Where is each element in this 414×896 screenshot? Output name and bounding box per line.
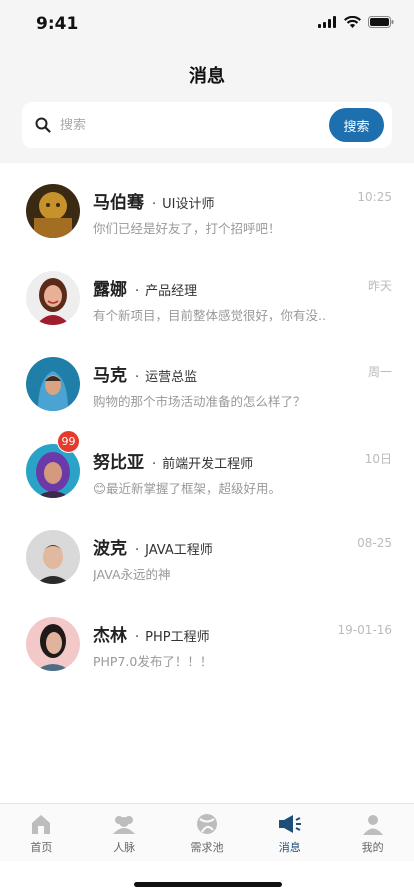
list-item[interactable]: 露娜 · 产品经理 昨天 有个新项目，目前整体感觉很好，你有没..: [0, 255, 414, 342]
list-item[interactable]: 马伯骞 · UI设计师 10:25 你们已经是好友了，打个招呼吧！: [0, 168, 414, 255]
avatar: [26, 530, 80, 584]
avatar: [26, 184, 80, 238]
contact-name: 马克: [93, 366, 127, 386]
name-line: 马伯骞 · UI设计师: [93, 188, 215, 213]
pool-icon: [196, 814, 217, 834]
separator-dot: ·: [135, 283, 140, 299]
list-item[interactable]: 杰林 · PHP工程师 19-01-16 PHP7.0发布了！！！: [0, 601, 414, 688]
tab-label: 需求池: [190, 841, 224, 854]
message-preview: PHP7.0发布了！！！: [93, 653, 213, 669]
message-time: 昨天: [367, 278, 392, 293]
page-title: 消息: [189, 66, 225, 87]
home-icon: [32, 815, 51, 834]
signal-icon: [318, 16, 336, 28]
separator-dot: ·: [152, 456, 157, 472]
contact-role: 产品经理: [145, 283, 198, 299]
megaphone-icon: [278, 815, 301, 833]
tab-bar: 首页 人脉 需求池 消息 我的: [0, 803, 414, 861]
contact-role: 运营总监: [145, 370, 198, 385]
message-time: 周一: [367, 365, 392, 379]
profile-icon: [362, 815, 383, 835]
contacts-icon: [113, 816, 136, 834]
tab-messages[interactable]: 消息: [248, 804, 331, 861]
message-time: 10日: [364, 451, 392, 466]
top-area: 9:41 消息 搜索 搜索: [0, 0, 414, 163]
message-preview: 有个新项目，目前整体感觉很好，你有没..: [93, 307, 326, 323]
name-line: 波克 · JAVA工程师: [93, 534, 213, 559]
contact-role: 前端开发工程师: [162, 456, 254, 472]
tab-contacts[interactable]: 人脉: [83, 804, 166, 861]
unread-badge: 99: [57, 429, 80, 453]
tab-label: 首页: [30, 841, 53, 854]
message-time: 08-25: [357, 536, 392, 550]
avatar: [26, 270, 80, 325]
separator-dot: ·: [152, 197, 157, 212]
name-line: 努比亚 · 前端开发工程师: [93, 448, 253, 473]
separator-dot: ·: [135, 370, 140, 385]
search-button[interactable]: 搜索: [329, 108, 384, 142]
status-bar: 9:41: [0, 0, 414, 48]
avatar: [26, 357, 80, 411]
name-line: 马克 · 运营总监: [93, 361, 197, 386]
contact-name: 杰林: [93, 625, 127, 646]
tab-pool[interactable]: 需求池: [166, 804, 249, 861]
list-item[interactable]: 马克 · 运营总监 周一 购物的那个市场活动准备的怎么样了？: [0, 341, 414, 428]
search-icon: [34, 116, 52, 134]
list-item[interactable]: 波克 · JAVA工程师 08-25 JAVA永远的神: [0, 514, 414, 601]
contact-name: 马伯骞: [93, 193, 144, 213]
avatar: [26, 616, 80, 671]
message-list: 马伯骞 · UI设计师 10:25 你们已经是好友了，打个招呼吧！ 露娜 · 产…: [0, 168, 414, 687]
contact-name: 露娜: [93, 279, 127, 300]
search-input[interactable]: [60, 117, 329, 133]
contact-name: 努比亚: [93, 452, 144, 473]
wifi-icon: [344, 16, 361, 28]
tab-label: 我的: [361, 841, 384, 854]
contact-name: 波克: [93, 539, 127, 559]
tab-profile[interactable]: 我的: [331, 804, 414, 861]
message-preview: 😊最近新掌握了框架，超级好用。: [93, 480, 282, 496]
battery-icon: [368, 16, 394, 28]
search-bar: 搜索: [22, 102, 392, 148]
message-preview: 购物的那个市场活动准备的怎么样了？: [93, 394, 306, 409]
status-icons: [318, 16, 394, 28]
message-time: 10:25: [357, 190, 392, 204]
message-time: 19-01-16: [337, 622, 392, 637]
contact-role: JAVA工程师: [145, 543, 213, 558]
list-item[interactable]: 99 努比亚 · 前端开发工程师 10日 😊最近新掌握了框架，超级好用。: [0, 428, 414, 515]
contact-role: UI设计师: [162, 197, 215, 212]
name-line: 露娜 · 产品经理: [93, 275, 197, 300]
tab-label: 消息: [278, 841, 301, 854]
message-preview: 你们已经是好友了，打个招呼吧！: [93, 221, 281, 236]
tab-home[interactable]: 首页: [0, 804, 83, 861]
separator-dot: ·: [135, 629, 140, 645]
contact-role: PHP工程师: [145, 629, 210, 645]
separator-dot: ·: [135, 543, 140, 558]
message-preview: JAVA永远的神: [93, 567, 171, 582]
home-indicator: [134, 882, 282, 887]
tab-label: 人脉: [113, 841, 136, 854]
name-line: 杰林 · PHP工程师: [93, 621, 210, 646]
